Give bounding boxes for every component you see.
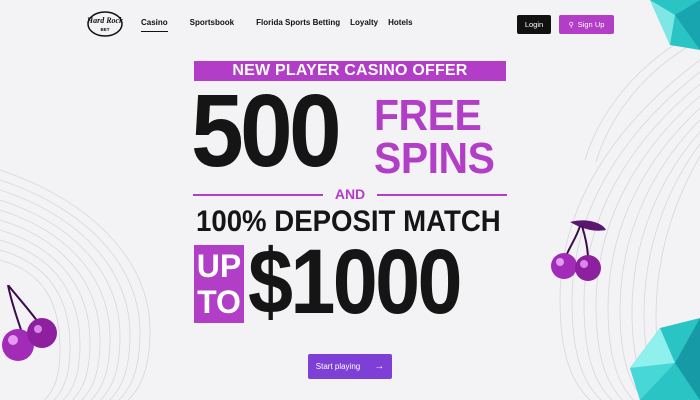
up-to-badge: UP TO <box>194 245 244 323</box>
free-text: FREE <box>374 91 482 140</box>
top-navigation: Hard Rock BET Casino Sportsbook Florida … <box>0 0 700 48</box>
nav-link-sportsbook[interactable]: Sportsbook <box>190 18 234 32</box>
hero-offer: NEW PLAYER CASINO OFFER 500 FREE SPINS A… <box>0 0 700 400</box>
nav-links: Casino Sportsbook Florida Sports Betting… <box>141 18 435 32</box>
and-divider: AND <box>193 186 507 202</box>
hard-rock-bet-logo[interactable]: Hard Rock BET <box>86 10 124 38</box>
bonus-amount: $1000 <box>248 231 463 333</box>
divider-line-left <box>193 194 323 196</box>
login-button[interactable]: Login <box>517 15 551 34</box>
svg-text:Hard Rock: Hard Rock <box>86 16 123 25</box>
nav-link-loyalty[interactable]: Loyalty <box>350 18 378 32</box>
spins-count: 500 <box>191 73 342 188</box>
pin-icon: ⚲ <box>568 21 574 29</box>
and-text: AND <box>334 186 366 202</box>
nav-link-hotels[interactable]: Hotels <box>388 18 412 32</box>
sign-up-label: Sign Up <box>577 20 605 29</box>
to-text: TO <box>197 284 241 320</box>
nav-link-florida-sports-betting[interactable]: Florida Sports Betting <box>256 18 340 32</box>
sign-up-button[interactable]: ⚲ Sign Up <box>559 15 614 34</box>
arrow-right-icon: → <box>374 361 385 372</box>
logo-mark: Hard Rock BET <box>86 11 123 37</box>
divider-line-right <box>377 194 507 196</box>
up-text: UP <box>196 248 242 284</box>
start-playing-button[interactable]: Start playing → <box>308 354 392 379</box>
svg-text:BET: BET <box>101 27 110 32</box>
spins-text: SPINS <box>374 134 495 183</box>
start-playing-label: Start playing <box>315 362 361 371</box>
nav-link-casino[interactable]: Casino <box>141 18 168 32</box>
